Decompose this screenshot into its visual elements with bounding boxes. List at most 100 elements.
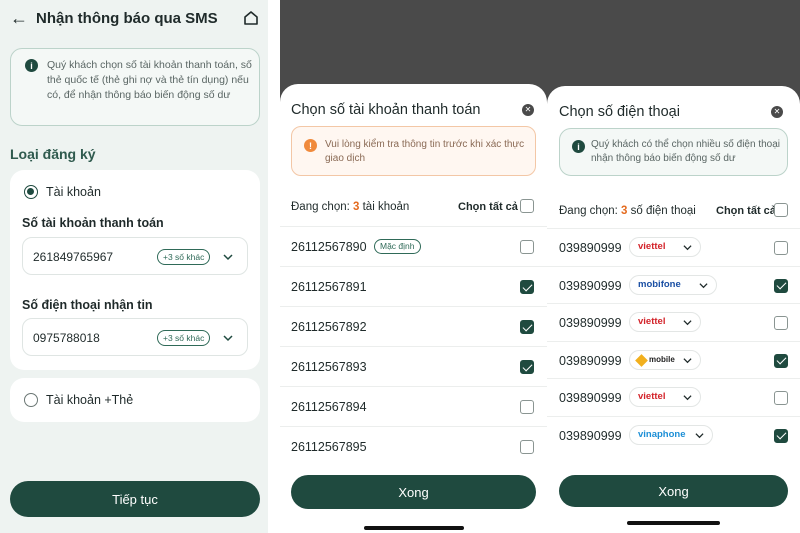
radio-account-label: Tài khoản xyxy=(46,185,101,199)
account-select[interactable]: 261849765967 +3 số khác xyxy=(22,237,248,275)
table-row[interactable]: 039890999 vinaphone xyxy=(547,415,800,454)
radio-account[interactable] xyxy=(24,185,38,199)
table-row[interactable]: 26112567892 xyxy=(280,306,547,346)
carrier-dropdown[interactable]: vinaphone xyxy=(629,424,713,445)
row-checkbox[interactable] xyxy=(774,391,788,405)
row-checkbox[interactable] xyxy=(774,316,788,330)
info-text: Quý khách chọn số tài khoản thanh toán, … xyxy=(47,59,252,101)
row-checkbox[interactable] xyxy=(520,440,534,454)
carrier-dropdown[interactable]: viettel xyxy=(629,237,701,257)
chevron-down-icon xyxy=(683,320,692,326)
default-badge: Mặc định xyxy=(374,239,421,254)
account-option-card: Tài khoản Số tài khoản thanh toán 261849… xyxy=(10,170,260,370)
chevron-down-icon xyxy=(223,254,233,261)
select-all-label: Chọn tất cả xyxy=(716,205,776,217)
account-select-value: 261849765967 xyxy=(33,250,114,264)
carrier-name: viettel xyxy=(638,241,666,252)
carrier-dropdown[interactable]: viettel xyxy=(629,387,701,407)
warning-icon: ! xyxy=(304,139,317,152)
account-number: 26112567890 xyxy=(291,240,367,254)
table-row[interactable]: 26112567895 xyxy=(280,426,547,466)
select-all-checkbox[interactable] xyxy=(520,199,534,213)
chevron-down-icon xyxy=(683,357,692,363)
account-more-badge: +3 số khác xyxy=(157,249,211,265)
table-row[interactable]: 039890999 viettel xyxy=(547,303,800,341)
row-checkbox[interactable] xyxy=(520,320,534,334)
carrier-logo-icon xyxy=(635,353,648,367)
table-row[interactable]: 039890999 mobifone xyxy=(547,265,800,304)
done-button[interactable]: Xong xyxy=(559,475,788,507)
radio-account-card-label: Tài khoản +Thẻ xyxy=(46,393,134,407)
table-row[interactable]: 26112567893 xyxy=(280,346,547,386)
table-row[interactable]: 26112567891 xyxy=(280,266,547,306)
table-row[interactable]: 26112567894 xyxy=(280,386,547,426)
home-icon[interactable] xyxy=(242,9,260,27)
account-number: 26112567891 xyxy=(291,280,367,294)
carrier-name: vinaphone xyxy=(638,428,686,440)
table-row[interactable]: 039890999 viettel xyxy=(547,378,800,416)
continue-button[interactable]: Tiếp tục xyxy=(10,481,260,517)
radio-account-card[interactable] xyxy=(24,393,38,407)
done-button[interactable]: Xong xyxy=(291,475,536,509)
row-checkbox[interactable] xyxy=(520,240,534,254)
row-checkbox[interactable] xyxy=(774,353,788,368)
carrier-name: mobile xyxy=(649,354,675,364)
info-icon: i xyxy=(572,140,585,153)
account-picker-screen: Chọn số tài khoản thanh toán ✕ ! Vui lòn… xyxy=(280,0,547,533)
carrier-name: viettel xyxy=(638,316,666,327)
sheet-title: Chọn số tài khoản thanh toán xyxy=(291,102,481,118)
phone-more-badge: +3 số khác xyxy=(157,330,211,346)
row-checkbox[interactable] xyxy=(520,400,534,414)
carrier-dropdown[interactable]: viettel xyxy=(629,312,701,332)
home-indicator xyxy=(627,521,720,525)
close-icon[interactable]: ✕ xyxy=(522,104,534,116)
phone-bottom-sheet: Chọn số điện thoại ✕ i Quý khách có thể … xyxy=(547,86,800,533)
phone-number: 039890999 xyxy=(559,278,622,293)
section-label: Loại đăng ký xyxy=(10,146,96,162)
account-bottom-sheet: Chọn số tài khoản thanh toán ✕ ! Vui lòn… xyxy=(280,84,547,533)
account-number: 26112567895 xyxy=(291,440,367,454)
chevron-down-icon xyxy=(683,395,692,401)
phone-select-value: 0975788018 xyxy=(33,331,100,345)
selection-count: Đang chọn: 3 số điện thoại xyxy=(559,205,696,217)
carrier-dropdown[interactable]: mobile xyxy=(629,349,701,370)
carrier-dropdown[interactable]: mobifone xyxy=(629,274,717,295)
select-all-checkbox[interactable] xyxy=(774,203,788,217)
chevron-down-icon xyxy=(695,432,704,438)
row-checkbox[interactable] xyxy=(774,278,788,293)
select-all-label: Chọn tất cả xyxy=(458,201,518,213)
warning-box: ! Vui lòng kiểm tra thông tin trước khi … xyxy=(291,126,536,176)
page-title: Nhận thông báo qua SMS xyxy=(36,10,218,27)
account-number: 26112567892 xyxy=(291,320,367,334)
home-indicator xyxy=(364,526,464,530)
account-field-label: Số tài khoản thanh toán xyxy=(22,216,164,230)
carrier-name: mobifone xyxy=(638,278,681,290)
back-arrow-icon[interactable]: ← xyxy=(10,8,28,29)
account-number: 26112567894 xyxy=(291,400,367,414)
info-box: i Quý khách chọn số tài khoản thanh toán… xyxy=(10,48,260,126)
row-checkbox[interactable] xyxy=(520,280,534,294)
phone-info-text: Quý khách có thể chọn nhiều số điện thoạ… xyxy=(591,139,781,164)
row-checkbox[interactable] xyxy=(774,241,788,255)
table-row[interactable]: 039890999 mobile xyxy=(547,340,800,379)
row-checkbox[interactable] xyxy=(520,360,534,374)
phone-number: 039890999 xyxy=(559,391,622,405)
close-icon[interactable]: ✕ xyxy=(771,106,783,118)
selection-count: Đang chọn: 3 tài khoản xyxy=(291,201,410,213)
warning-text: Vui lòng kiểm tra thông tin trước khi xá… xyxy=(325,139,525,164)
top-bar: ← Nhận thông báo qua SMS xyxy=(0,0,268,38)
table-row[interactable]: 26112567890 Mặc định xyxy=(280,226,547,266)
phone-picker-screen: Chọn số điện thoại ✕ i Quý khách có thể … xyxy=(547,0,800,533)
chevron-down-icon xyxy=(223,335,233,342)
phone-number: 039890999 xyxy=(559,316,622,330)
sheet-title: Chọn số điện thoại xyxy=(559,104,680,120)
row-checkbox[interactable] xyxy=(774,428,788,443)
phone-field-label: Số điện thoại nhận tin xyxy=(22,298,153,312)
phone-info-box: i Quý khách có thể chọn nhiều số điện th… xyxy=(559,128,788,176)
chevron-down-icon xyxy=(683,245,692,251)
carrier-name: viettel xyxy=(638,391,666,402)
account-card-option-card[interactable]: Tài khoản +Thẻ xyxy=(10,378,260,422)
table-row[interactable]: 039890999 viettel xyxy=(547,228,800,266)
phone-number: 039890999 xyxy=(559,241,622,255)
phone-select[interactable]: 0975788018 +3 số khác xyxy=(22,318,248,356)
